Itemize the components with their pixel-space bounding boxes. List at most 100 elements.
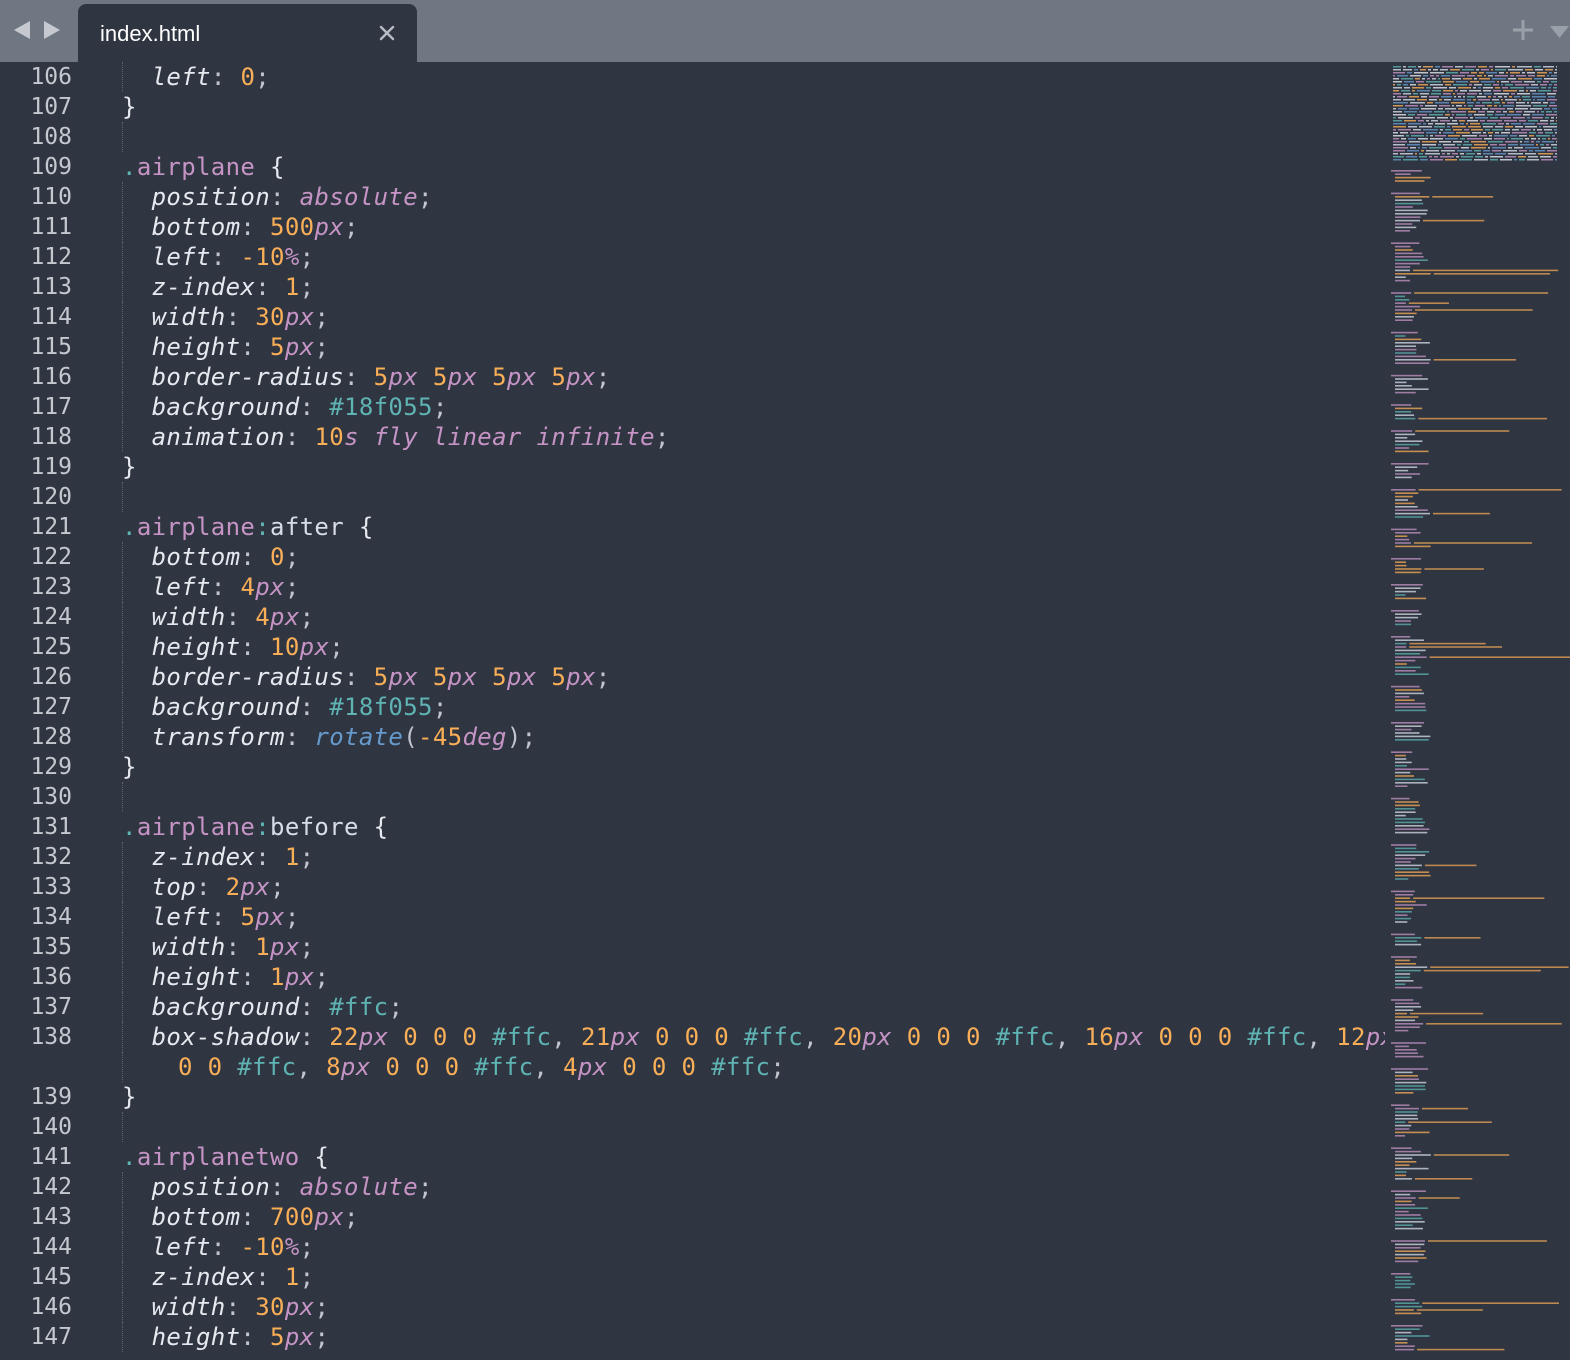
minimap-token [1418,120,1424,122]
code-line[interactable]: 124 width: 4px; [0,602,1385,632]
code-line[interactable]: 147 height: 5px; [0,1322,1385,1352]
plus-icon[interactable] [1512,19,1534,45]
minimap-token [1415,430,1510,432]
minimap-token [1422,78,1425,80]
code-line[interactable]: 130 [0,782,1385,812]
minimap-token [1515,126,1523,128]
minimap-token [1395,1121,1406,1123]
triangle-right-icon[interactable] [42,19,62,41]
minimap-token [1474,150,1481,152]
minimap-token [1395,209,1428,212]
minimap-token [1395,663,1407,665]
code-line[interactable]: 139} [0,1082,1385,1112]
code-text: left: 5px; [151,903,300,931]
code-line[interactable]: 146 width: 30px; [0,1292,1385,1322]
close-icon[interactable] [379,25,395,45]
code-line[interactable]: 131 .airplane:before { [0,812,1385,842]
minimap-token [1489,135,1492,137]
code-line[interactable]: 126 border-radius: 5px 5px 5px 5px; [0,662,1385,692]
code-line[interactable]: 108 [0,122,1385,152]
code-line[interactable]: 133 top: 2px; [0,872,1385,902]
code-line[interactable]: 112 left: -10%; [0,242,1385,272]
minimap-token [1403,159,1418,161]
minimap-token [1520,141,1522,143]
code-line[interactable]: 121 .airplane:after { [0,512,1385,542]
code-line[interactable]: 123 left: 4px; [0,572,1385,602]
minimap[interactable] [1385,62,1570,1360]
minimap-token [1401,90,1410,92]
minimap-token [1422,1302,1559,1304]
code-line[interactable]: 134 left: 5px; [0,902,1385,932]
code-line[interactable]: 0 0 #ffc, 8px 0 0 0 #ffc, 4px 0 0 0 #ffc… [0,1052,1385,1082]
tab-index-html[interactable]: index.html [78,4,417,62]
code-line[interactable]: 142 position: absolute; [0,1172,1385,1202]
minimap-token [1406,135,1409,137]
minimap-token [1395,414,1415,416]
minimap-token [1393,114,1406,116]
code-line[interactable]: 143 bottom: 700px; [0,1202,1385,1232]
minimap-token [1391,956,1417,958]
minimap-token [1395,1049,1417,1051]
minimap-token [1552,138,1557,140]
minimap-token [1467,75,1475,77]
code-line[interactable]: 140 [0,1112,1385,1142]
minimap-token [1395,342,1430,344]
minimap-token [1395,437,1408,439]
code-line[interactable]: 107} [0,92,1385,122]
code-line[interactable]: 137 background: #ffc; [0,992,1385,1022]
minimap-token [1469,90,1481,92]
indent-guide [122,782,123,812]
code-line[interactable]: 117 background: #18f055; [0,392,1385,422]
code-line[interactable]: 115 height: 5px; [0,332,1385,362]
minimap-token [1391,797,1410,800]
minimap-token [1453,129,1462,131]
code-line[interactable]: 111 bottom: 500px; [0,212,1385,242]
line-number: 109 [30,154,72,180]
code-line[interactable]: 120 [0,482,1385,512]
minimap-token [1395,1135,1406,1137]
code-line[interactable]: 118 animation: 10s fly linear infinite; [0,422,1385,452]
code-line[interactable]: 135 width: 1px; [0,932,1385,962]
code-line[interactable]: 109 .airplane { [0,152,1385,182]
code-line[interactable]: 110 position: absolute; [0,182,1385,212]
code-line[interactable]: 128 transform: rotate(-45deg); [0,722,1385,752]
code-line[interactable]: 138 box-shadow: 22px 0 0 0 #ffc, 21px 0 … [0,1022,1385,1052]
caret-down-icon[interactable] [1549,24,1570,43]
minimap-token [1497,81,1499,83]
minimap-token [1395,362,1430,364]
minimap-token [1395,868,1419,870]
code-line[interactable]: 132 z-index: 1; [0,842,1385,872]
minimap-token [1549,72,1552,74]
minimap-token [1395,219,1420,222]
code-line[interactable]: 122 bottom: 0; [0,542,1385,572]
minimap-token [1395,1055,1424,1058]
code-line[interactable]: 136 height: 1px; [0,962,1385,992]
code-line[interactable]: 119} [0,452,1385,482]
minimap-token [1395,249,1413,251]
code-line[interactable]: 113 z-index: 1; [0,272,1385,302]
minimap-token [1479,72,1484,74]
minimap-token [1395,983,1406,985]
minimap-token [1453,99,1465,101]
minimap-token [1529,150,1533,152]
minimap-token [1429,99,1437,101]
minimap-token [1395,378,1428,380]
code-line[interactable]: 127 background: #18f055; [0,692,1385,722]
triangle-left-icon[interactable] [12,19,32,41]
code-line[interactable]: 125 height: 10px; [0,632,1385,662]
code-line[interactable]: 114 width: 30px; [0,302,1385,332]
minimap-token [1554,111,1557,113]
minimap-token [1395,646,1407,648]
code-line[interactable]: 145 z-index: 1; [0,1262,1385,1292]
code-line[interactable]: 141 .airplanetwo { [0,1142,1385,1172]
minimap-token [1462,135,1477,137]
code-line[interactable]: 116 border-radius: 5px 5px 5px 5px; [0,362,1385,392]
code-editor[interactable]: 106 left: 0; 107} 108 109 .airplane {110 pos… [0,62,1385,1360]
code-line[interactable]: 129} [0,752,1385,782]
minimap-token [1429,656,1570,658]
code-line[interactable]: 144 left: -10%; [0,1232,1385,1262]
minimap-token [1544,108,1550,110]
minimap-token [1540,120,1548,122]
code-line[interactable]: 106 left: 0; [0,62,1385,92]
minimap-token [1458,108,1471,110]
